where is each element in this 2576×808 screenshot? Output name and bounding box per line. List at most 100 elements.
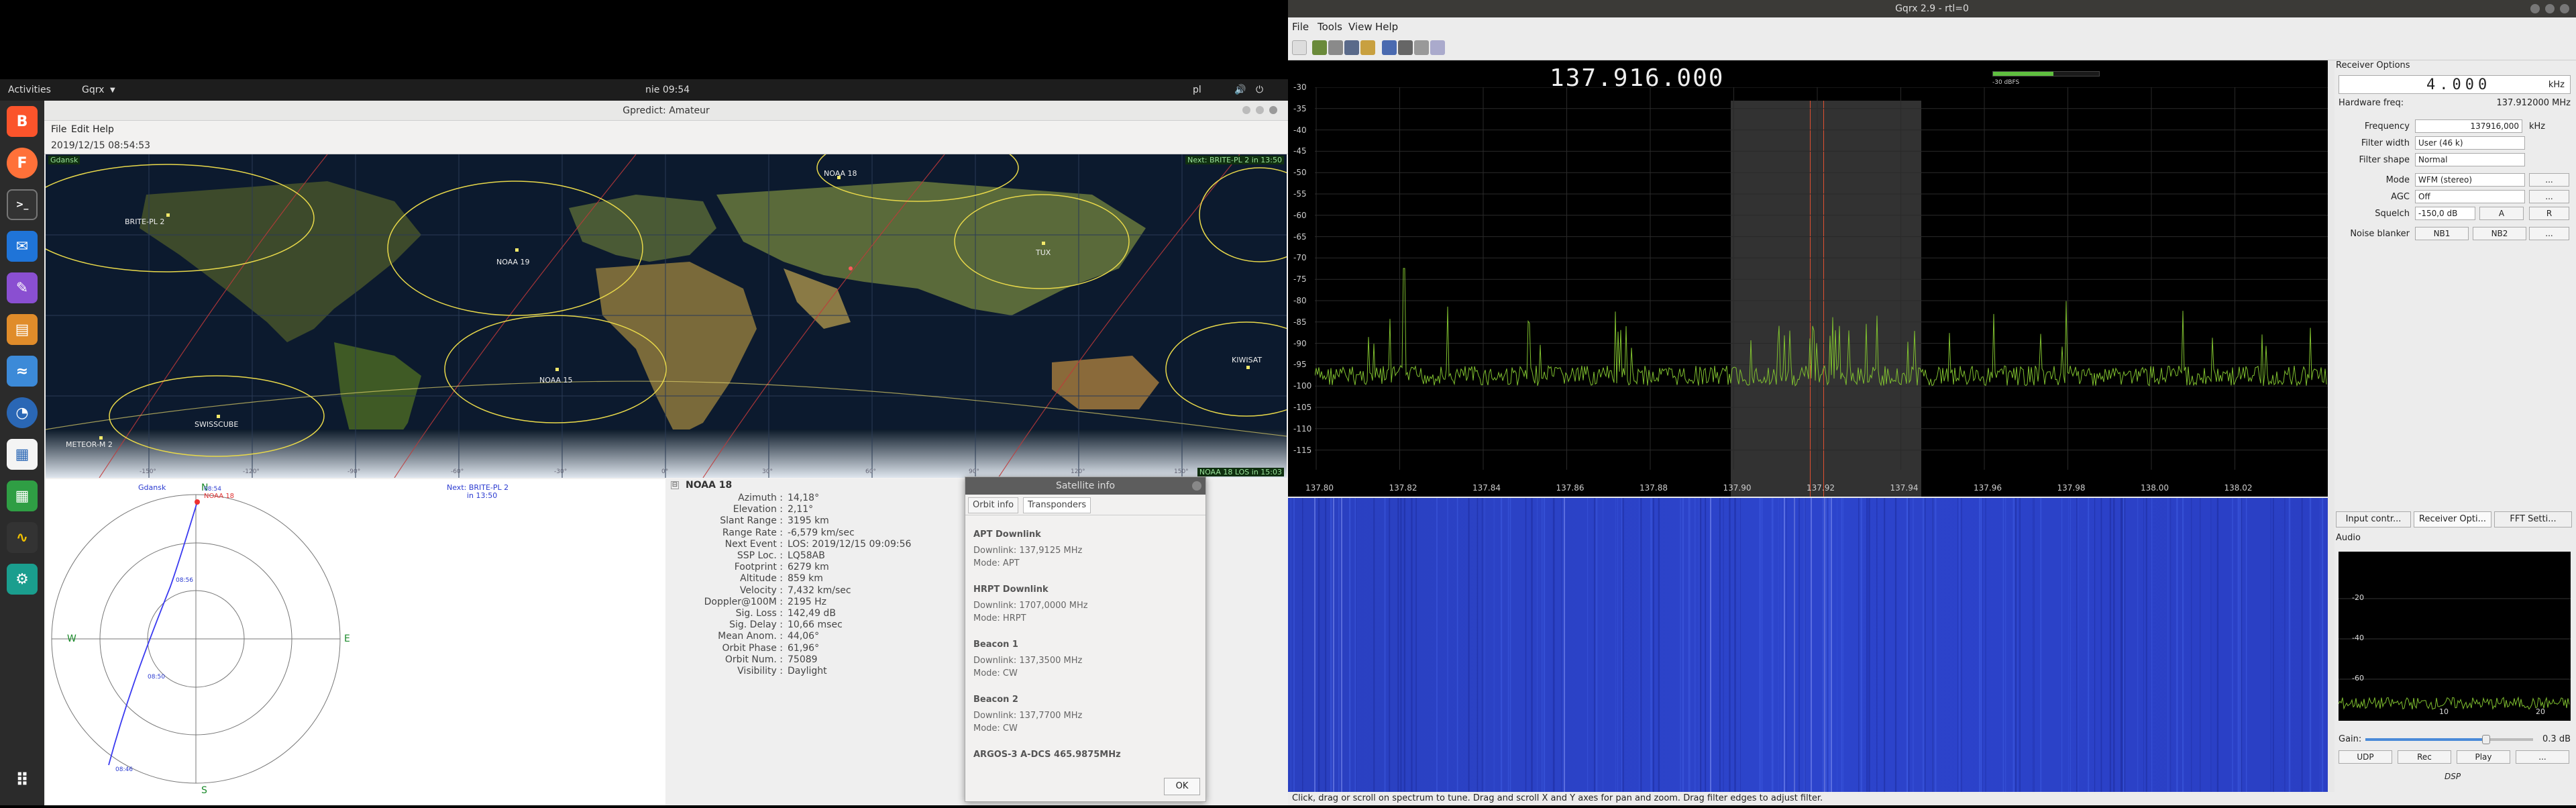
sat-label[interactable]: NOAA 18 [824,169,857,178]
menu-edit[interactable]: Edit [71,124,89,135]
display-icon[interactable] [1382,40,1397,55]
sat-label[interactable]: SWISSCUBE [195,420,238,429]
filter-shape-select[interactable]: Normal [2415,153,2525,166]
folder-icon[interactable] [1328,40,1343,55]
udp-button[interactable]: UDP [2339,750,2392,764]
menu-file[interactable]: File [1292,21,1309,33]
minimize-icon[interactable] [1242,106,1250,114]
clock[interactable]: nie 09:54 [645,85,690,95]
chevron-down-icon: ▼ [110,87,115,94]
mode-row: Mode WFM (stereo) ... [2334,173,2576,188]
audio-x-tick: 20 [2536,707,2545,716]
menu-view[interactable]: View [1348,21,1373,33]
polar-view[interactable]: N S E W Gdansk Next: BRITE-PL 2 in 13:50… [46,479,665,805]
sat-detail-key: Next Event : [724,538,783,550]
sat-detail-key: Elevation : [733,504,783,515]
editor-icon[interactable]: ✎ [7,272,38,303]
audio-options-button[interactable]: ... [2516,750,2569,764]
volume-icon[interactable]: 🔊 [1234,85,1246,95]
tab-fft-settings[interactable]: FFT Setti... [2494,511,2572,527]
nb1-button[interactable]: NB1 [2415,227,2469,240]
sat-detail-row: Sig. Loss : 142,49 dB [665,608,954,619]
maximize-icon[interactable] [2545,4,2555,13]
oscilloscope-icon[interactable]: ∿ [7,522,38,553]
polar-south: S [201,785,207,796]
keyboard-layout[interactable]: pl [1193,85,1201,95]
gain-slider[interactable] [2365,735,2533,744]
filter-width-select[interactable]: User (46 k) [2415,136,2525,150]
sat-label[interactable]: NOAA 19 [496,258,530,266]
frequency-input[interactable]: 137916,000 [2415,119,2522,133]
activities-button[interactable]: Activities [8,85,51,95]
network-icon[interactable]: ⚙ [7,564,38,595]
about-icon[interactable] [1430,40,1445,55]
waterfall-plot[interactable] [1288,498,2328,792]
power-icon[interactable] [1292,40,1307,55]
firefox-icon[interactable]: F [7,148,38,179]
calc-icon[interactable]: ▦ [7,481,38,511]
transponder-detail: Mode: APT [973,558,1020,568]
tab-input-controls[interactable]: Input contr... [2336,511,2411,527]
terminal-icon[interactable]: >_ [7,189,38,220]
sat-label[interactable]: KIWISAT [1232,356,1262,364]
nb-options-button[interactable]: ... [2529,227,2569,240]
expander-icon[interactable]: ⊟ [671,481,679,489]
remote-icon[interactable] [1398,40,1413,55]
save-icon[interactable] [1344,40,1359,55]
y-tick: -70 [1293,253,1307,263]
gqrx-icon[interactable]: ≈ [7,356,38,387]
show-apps-icon[interactable]: ⠿ [7,765,38,796]
x-tick: 137.84 [1472,483,1501,493]
writer-icon[interactable]: ▦ [7,439,38,470]
files-icon[interactable]: ▤ [7,314,38,345]
tab-transponders[interactable]: Transponders [1023,497,1091,513]
audio-x-tick: 10 [2439,707,2449,716]
sat-label[interactable]: METEOR-M 2 [66,440,113,449]
menu-help[interactable]: Help [1375,21,1398,33]
sat-label[interactable]: BRITE-PL 2 [125,217,164,226]
device-icon[interactable] [1360,40,1375,55]
close-icon[interactable] [1192,481,1201,491]
offset-lcd[interactable]: 4.000 kHz [2339,75,2571,94]
menu-file[interactable]: File [51,124,66,135]
gain-handle[interactable] [2482,735,2490,744]
tab-orbit-info[interactable]: Orbit info [968,497,1019,513]
brave-browser-icon[interactable]: B [7,106,38,137]
close-icon[interactable] [1269,106,1277,114]
sat-label[interactable]: TUX [1036,248,1051,257]
squelch-input[interactable]: -150,0 dB [2415,207,2475,220]
menu-tools[interactable]: Tools [1318,21,1342,33]
x-tick: 137.80 [1305,483,1334,493]
close-icon[interactable] [2560,4,2569,13]
ok-button[interactable]: OK [1164,778,1200,795]
settings-icon[interactable] [1414,40,1429,55]
y-axis[interactable]: -30 -35 -40 -45 -50 -55 -60 -65 -70 -75 -80 -85 -90 -… [1288,60,1315,497]
play-button[interactable]: Play [2457,750,2510,764]
minimize-icon[interactable] [2530,4,2540,13]
nb2-button[interactable]: NB2 [2473,227,2526,240]
rec-button[interactable]: Rec [2398,750,2451,764]
maximize-icon[interactable] [1256,106,1264,114]
menu-help[interactable]: Help [93,124,114,135]
world-map[interactable]: Gdansk Next: BRITE-PL 2 in 13:50 NOAA 18… [46,154,1287,478]
gain-value: 0.3 dB [2542,734,2571,744]
spectrum-plot[interactable]: 137.916.000 -30 dBFS -30 -35 -40 -45 -50 -55-… [1288,60,2328,497]
sat-detail-key: Visibility : [737,666,783,676]
dsp-label: DSP [2445,772,2461,781]
gpredict-icon[interactable]: ◔ [7,397,38,428]
audio-fft[interactable]: -20 -40 -60 10 20 [2338,552,2571,721]
x-axis[interactable]: 137.80 137.82 137.84 137.86 137.88 137.90 137.… [1288,483,2328,497]
sat-label[interactable]: NOAA 15 [539,376,573,385]
mode-select[interactable]: WFM (stereo) [2415,173,2525,187]
agc-options-button[interactable]: ... [2529,190,2569,203]
tab-receiver-options[interactable]: Receiver Opti... [2414,511,2491,527]
agc-select[interactable]: Off [2415,190,2525,203]
squelch-reset-button[interactable]: R [2529,207,2569,220]
squelch-auto-button[interactable]: A [2479,207,2524,220]
app-menu[interactable]: Gqrx [82,85,104,95]
open-icon[interactable] [1312,40,1327,55]
mode-options-button[interactable]: ... [2529,173,2569,187]
lon-tick: -120° [243,468,260,475]
power-icon[interactable]: ⏻ [1256,85,1263,95]
thunderbird-icon[interactable]: ✉ [7,231,38,262]
